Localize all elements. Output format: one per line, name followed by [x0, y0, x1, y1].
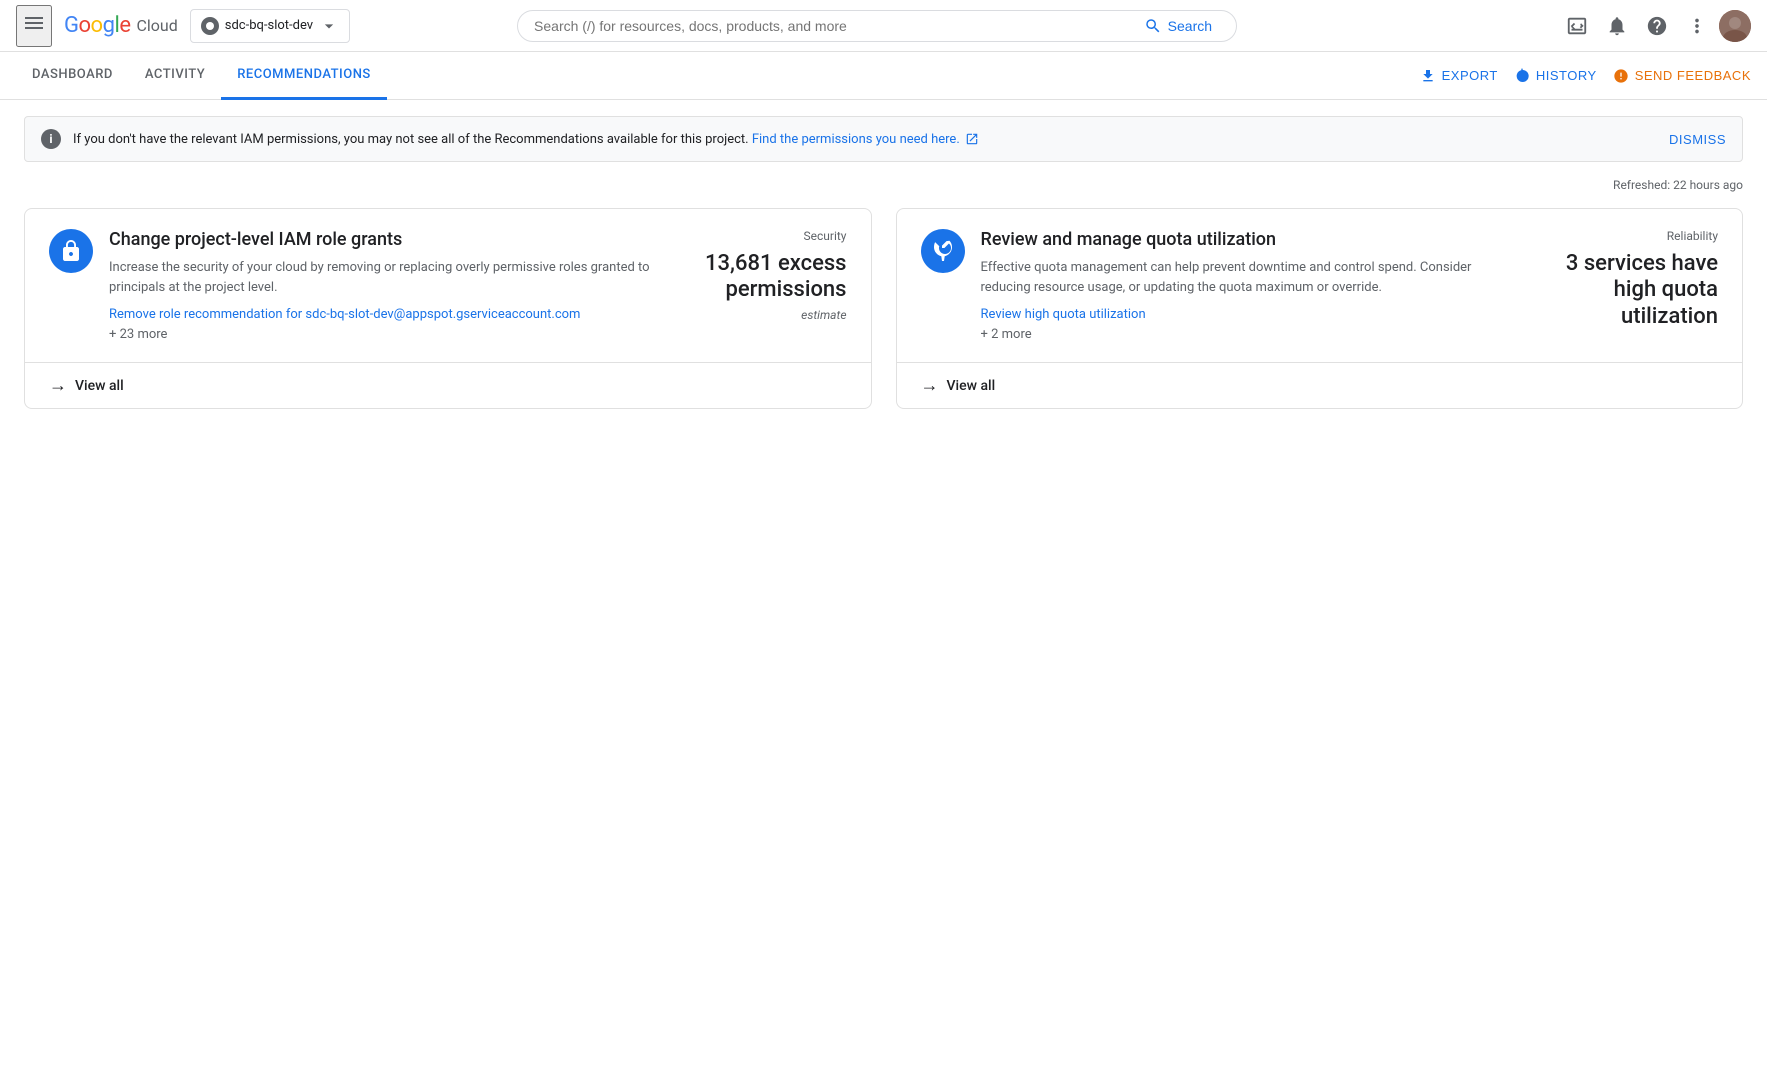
menu-button[interactable] — [16, 5, 52, 47]
quota-card-title: Review and manage quota utilization — [981, 229, 1523, 250]
iam-card-title: Change project-level IAM role grants — [109, 229, 651, 250]
export-button[interactable]: EXPORT — [1420, 68, 1498, 84]
more-options-button[interactable] — [1679, 8, 1715, 44]
recommendations-grid: Change project-level IAM role grants Inc… — [24, 208, 1743, 409]
nav-tab-actions: EXPORT HISTORY SEND FEEDBACK — [1420, 68, 1751, 84]
main-content: i If you don't have the relevant IAM per… — [0, 100, 1767, 425]
history-icon — [1514, 68, 1530, 84]
search-button-label: Search — [1168, 18, 1212, 34]
permissions-link[interactable]: Find the permissions you need here. — [752, 132, 979, 147]
info-icon: i — [41, 129, 61, 149]
tab-recommendations[interactable]: RECOMMENDATIONS — [221, 52, 387, 100]
iam-view-all-label: View all — [75, 378, 124, 394]
quota-card-main: Review and manage quota utilization Effe… — [981, 229, 1523, 342]
banner-text: If you don't have the relevant IAM permi… — [73, 132, 1641, 147]
project-icon — [201, 17, 219, 35]
wrench-icon — [931, 239, 955, 263]
quota-view-all-arrow-icon: → — [921, 375, 939, 396]
iam-card-main: Change project-level IAM role grants Inc… — [109, 229, 651, 342]
avatar-image — [1719, 10, 1751, 42]
iam-metric-note: estimate — [667, 308, 847, 322]
project-selector[interactable]: sdc-bq-slot-dev — [190, 9, 350, 43]
quota-card-description: Effective quota management can help prev… — [981, 258, 1523, 297]
iam-card-more: + 23 more — [109, 327, 167, 342]
external-link-icon — [965, 132, 979, 146]
iam-recommendation-card: Change project-level IAM role grants Inc… — [24, 208, 872, 409]
notifications-button[interactable] — [1599, 8, 1635, 44]
lock-icon — [59, 239, 83, 263]
search-button[interactable]: Search — [1136, 17, 1220, 35]
nav-tabs: DASHBOARD ACTIVITY RECOMMENDATIONS EXPOR… — [0, 52, 1767, 100]
export-icon — [1420, 68, 1436, 84]
iam-card-link[interactable]: Remove role recommendation for sdc-bq-sl… — [109, 307, 651, 322]
project-name: sdc-bq-slot-dev — [225, 18, 313, 33]
cloud-wordmark: Cloud — [136, 16, 177, 35]
iam-card-view-all[interactable]: → View all — [25, 362, 871, 408]
iam-card-icon — [49, 229, 93, 273]
iam-card-body: Change project-level IAM role grants Inc… — [25, 209, 871, 362]
refresh-status: Refreshed: 22 hours ago — [24, 178, 1743, 192]
view-all-arrow-icon: → — [49, 375, 67, 396]
avatar[interactable] — [1719, 10, 1751, 42]
header-icon-group — [1559, 8, 1751, 44]
tab-dashboard[interactable]: DASHBOARD — [16, 52, 129, 100]
quota-card-link[interactable]: Review high quota utilization — [981, 307, 1523, 322]
send-feedback-button[interactable]: SEND FEEDBACK — [1613, 68, 1751, 84]
info-banner: i If you don't have the relevant IAM per… — [24, 116, 1743, 162]
quota-recommendation-card: Review and manage quota utilization Effe… — [896, 208, 1744, 409]
chevron-down-icon — [319, 16, 339, 36]
history-button[interactable]: HISTORY — [1514, 68, 1597, 84]
quota-card-view-all[interactable]: → View all — [897, 362, 1743, 408]
iam-card-metric: Security 13,681 excess permissions estim… — [667, 229, 847, 342]
quota-metric-value: 3 services have high quota utilization — [1538, 251, 1718, 330]
search-bar: Search — [517, 10, 1237, 42]
terminal-button[interactable] — [1559, 8, 1595, 44]
dismiss-button[interactable]: DISMISS — [1669, 132, 1726, 147]
quota-view-all-label: View all — [947, 378, 996, 394]
quota-card-icon — [921, 229, 965, 273]
iam-metric-category: Security — [667, 229, 847, 243]
tab-activity[interactable]: ACTIVITY — [129, 52, 221, 100]
google-wordmark: Google — [64, 13, 130, 38]
quota-card-more: + 2 more — [981, 327, 1032, 342]
quota-metric-category: Reliability — [1538, 229, 1718, 243]
quota-card-body: Review and manage quota utilization Effe… — [897, 209, 1743, 362]
avatar-initials — [1719, 10, 1751, 42]
feedback-icon — [1613, 68, 1629, 84]
search-icon — [1144, 17, 1162, 35]
iam-card-description: Increase the security of your cloud by r… — [109, 258, 651, 297]
search-input[interactable] — [534, 18, 1136, 34]
quota-card-metric: Reliability 3 services have high quota u… — [1538, 229, 1718, 342]
help-button[interactable] — [1639, 8, 1675, 44]
google-cloud-logo[interactable]: Google Cloud — [64, 13, 178, 38]
iam-metric-value: 13,681 excess permissions — [667, 251, 847, 304]
